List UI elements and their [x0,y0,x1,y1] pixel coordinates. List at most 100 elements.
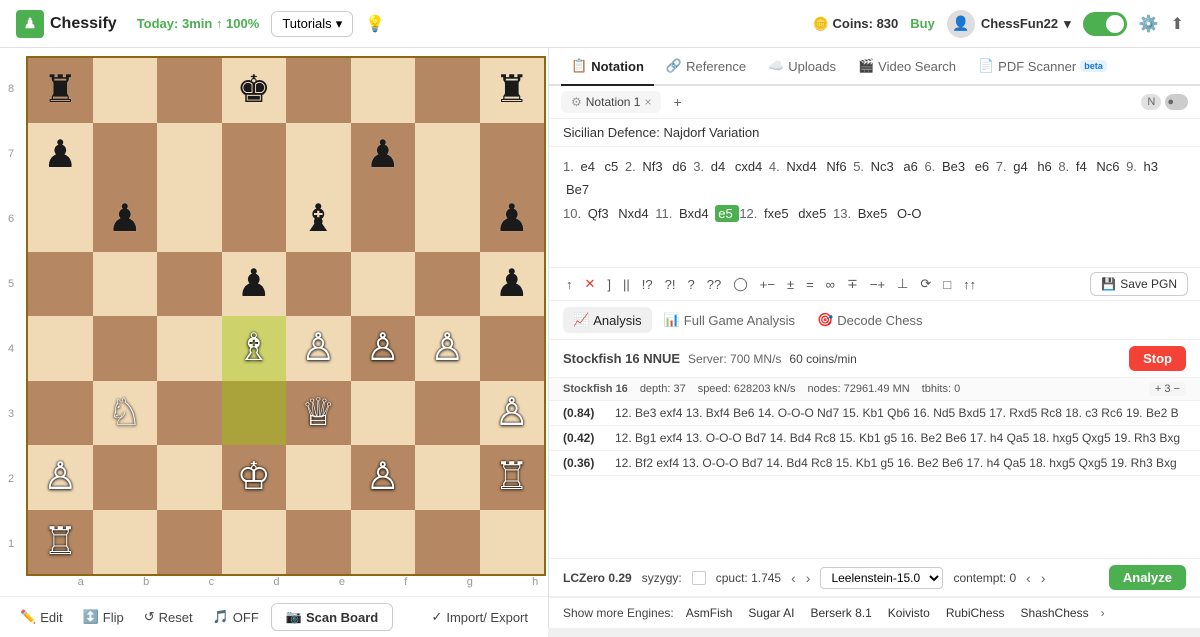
bulb-icon[interactable]: 💡 [365,14,385,34]
square-b7[interactable] [93,123,158,188]
square-f1[interactable] [351,510,416,575]
ann-slight-adv-button[interactable]: ± [782,274,799,295]
engine-chip-rubichess[interactable]: RubiChess [942,604,1009,622]
nav-next-icon[interactable]: › [806,570,811,586]
engine-select[interactable]: Leelenstein-15.0 [820,567,943,589]
square-d8[interactable]: ♚ [222,58,287,123]
theme-toggle[interactable] [1083,12,1127,36]
square-d1[interactable] [222,510,287,575]
tab-notation[interactable]: 📋 Notation [561,48,654,86]
square-f4[interactable]: ♙ [351,316,416,381]
ann-more-buttons[interactable]: ⊥ [892,273,913,295]
tutorials-button[interactable]: Tutorials ▾ [271,11,353,37]
scan-board-button[interactable]: 📷 Scan Board [271,603,393,631]
square-d4[interactable]: ♗ [222,316,287,381]
square-a6[interactable] [28,187,93,252]
more-chevron-icon[interactable]: › [1101,606,1105,620]
import-export-button[interactable]: ✓ Import/ Export [423,605,536,629]
square-c7[interactable] [157,123,222,188]
square-d7[interactable] [222,123,287,188]
move-list[interactable]: 1. e4 c5 2. Nf3 d6 3. d4 cxd4 4. Nxd4 Nf… [549,147,1200,267]
square-b2[interactable] [93,445,158,510]
stop-button[interactable]: Stop [1129,346,1186,371]
square-d6[interactable] [222,187,287,252]
engine-chip-koivisto[interactable]: Koivisto [884,604,934,622]
ann-pipe-button[interactable]: || [618,274,635,295]
square-e4[interactable]: ♙ [286,316,351,381]
chess-board[interactable]: ♜ ♚ ♜ ♟ ♟ ♟ [26,56,546,576]
analyze-button[interactable]: Analyze [1109,565,1186,590]
analysis-tab[interactable]: 📈 Analysis [563,307,652,333]
engine-line-1[interactable]: (0.84) 12. Be3 exf4 13. Bxf4 Be6 14. O-O… [549,401,1200,426]
ann-bracket-button[interactable]: ] [602,274,616,295]
square-b6[interactable]: ♟ [93,187,158,252]
square-f2[interactable]: ♙ [351,445,416,510]
ann-interestingbad-button[interactable]: !? [637,274,658,295]
notation-tab-1[interactable]: ⚙ Notation 1 × [561,91,661,113]
tab-pdf-scanner[interactable]: 📄 PDF Scanner beta [968,48,1117,86]
flip-button[interactable]: ↕️ Flip [75,605,132,629]
square-c2[interactable] [157,445,222,510]
engine-line-2[interactable]: (0.42) 12. Bg1 exf4 13. O-O-O Bd7 14. Bd… [549,426,1200,451]
square-b8[interactable] [93,58,158,123]
edit-button[interactable]: ✏️ Edit [12,605,71,629]
square-g4[interactable]: ♙ [415,316,480,381]
square-h6[interactable]: ♟ [480,187,545,252]
square-g1[interactable] [415,510,480,575]
save-pgn-button[interactable]: 💾 Save PGN [1090,272,1188,296]
add-notation-button[interactable]: + [665,90,689,114]
ann-circle-button[interactable]: ◯ [728,273,753,295]
square-g6[interactable] [415,187,480,252]
square-h5[interactable]: ♟ [480,252,545,317]
square-g3[interactable] [415,381,480,446]
ann-box-button[interactable]: □ [938,274,956,295]
square-g2[interactable] [415,445,480,510]
toggle-switch-small[interactable]: ● [1165,94,1188,110]
close-icon[interactable]: × [644,95,651,109]
ann-arrows-button[interactable]: ↑↑ [958,274,981,295]
square-g8[interactable] [415,58,480,123]
ann-up-button[interactable]: ↑ [561,274,578,295]
square-h1[interactable] [480,510,545,575]
square-e3[interactable]: ♕ [286,381,351,446]
square-b3[interactable]: ♘ [93,381,158,446]
ann-losing-button[interactable]: −+ [865,274,890,295]
ann-unclear-button[interactable]: ∞ [821,274,840,295]
buy-button[interactable]: Buy [910,16,935,31]
square-d5[interactable]: ♟ [222,252,287,317]
square-f7[interactable]: ♟ [351,123,416,188]
square-h8[interactable]: ♜ [480,58,545,123]
square-d2[interactable]: ♔ [222,445,287,510]
full-game-tab[interactable]: 📊 Full Game Analysis [654,307,805,333]
reset-button[interactable]: ↺ Reset [136,605,201,629]
square-h4[interactable] [480,316,545,381]
square-a5[interactable] [28,252,93,317]
square-h7[interactable] [480,123,545,188]
tab-reference[interactable]: 🔗 Reference [656,48,756,86]
square-a8[interactable]: ♜ [28,58,93,123]
square-g5[interactable] [415,252,480,317]
square-e2[interactable] [286,445,351,510]
square-b4[interactable] [93,316,158,381]
square-g7[interactable] [415,123,480,188]
settings-icon[interactable]: ⚙ [571,95,582,109]
square-b1[interactable] [93,510,158,575]
gear-icon[interactable]: ⚙️ [1139,14,1159,34]
square-e8[interactable] [286,58,351,123]
square-e1[interactable] [286,510,351,575]
ann-winning-button[interactable]: +− [755,274,780,295]
contempt-next-icon[interactable]: › [1041,570,1046,586]
syzygy-checkbox[interactable] [692,571,706,585]
square-c4[interactable] [157,316,222,381]
ann-x-button[interactable]: ✕ [580,273,601,295]
move-nf3[interactable]: Nf3 [639,158,669,175]
square-b5[interactable] [93,252,158,317]
square-e7[interactable] [286,123,351,188]
square-a4[interactable] [28,316,93,381]
engine-chip-berserk[interactable]: Berserk 8.1 [806,604,875,622]
square-e6[interactable]: ♝ [286,187,351,252]
engine-chip-sugar[interactable]: Sugar AI [744,604,798,622]
square-a2[interactable]: ♙ [28,445,93,510]
square-c1[interactable] [157,510,222,575]
square-e5[interactable] [286,252,351,317]
